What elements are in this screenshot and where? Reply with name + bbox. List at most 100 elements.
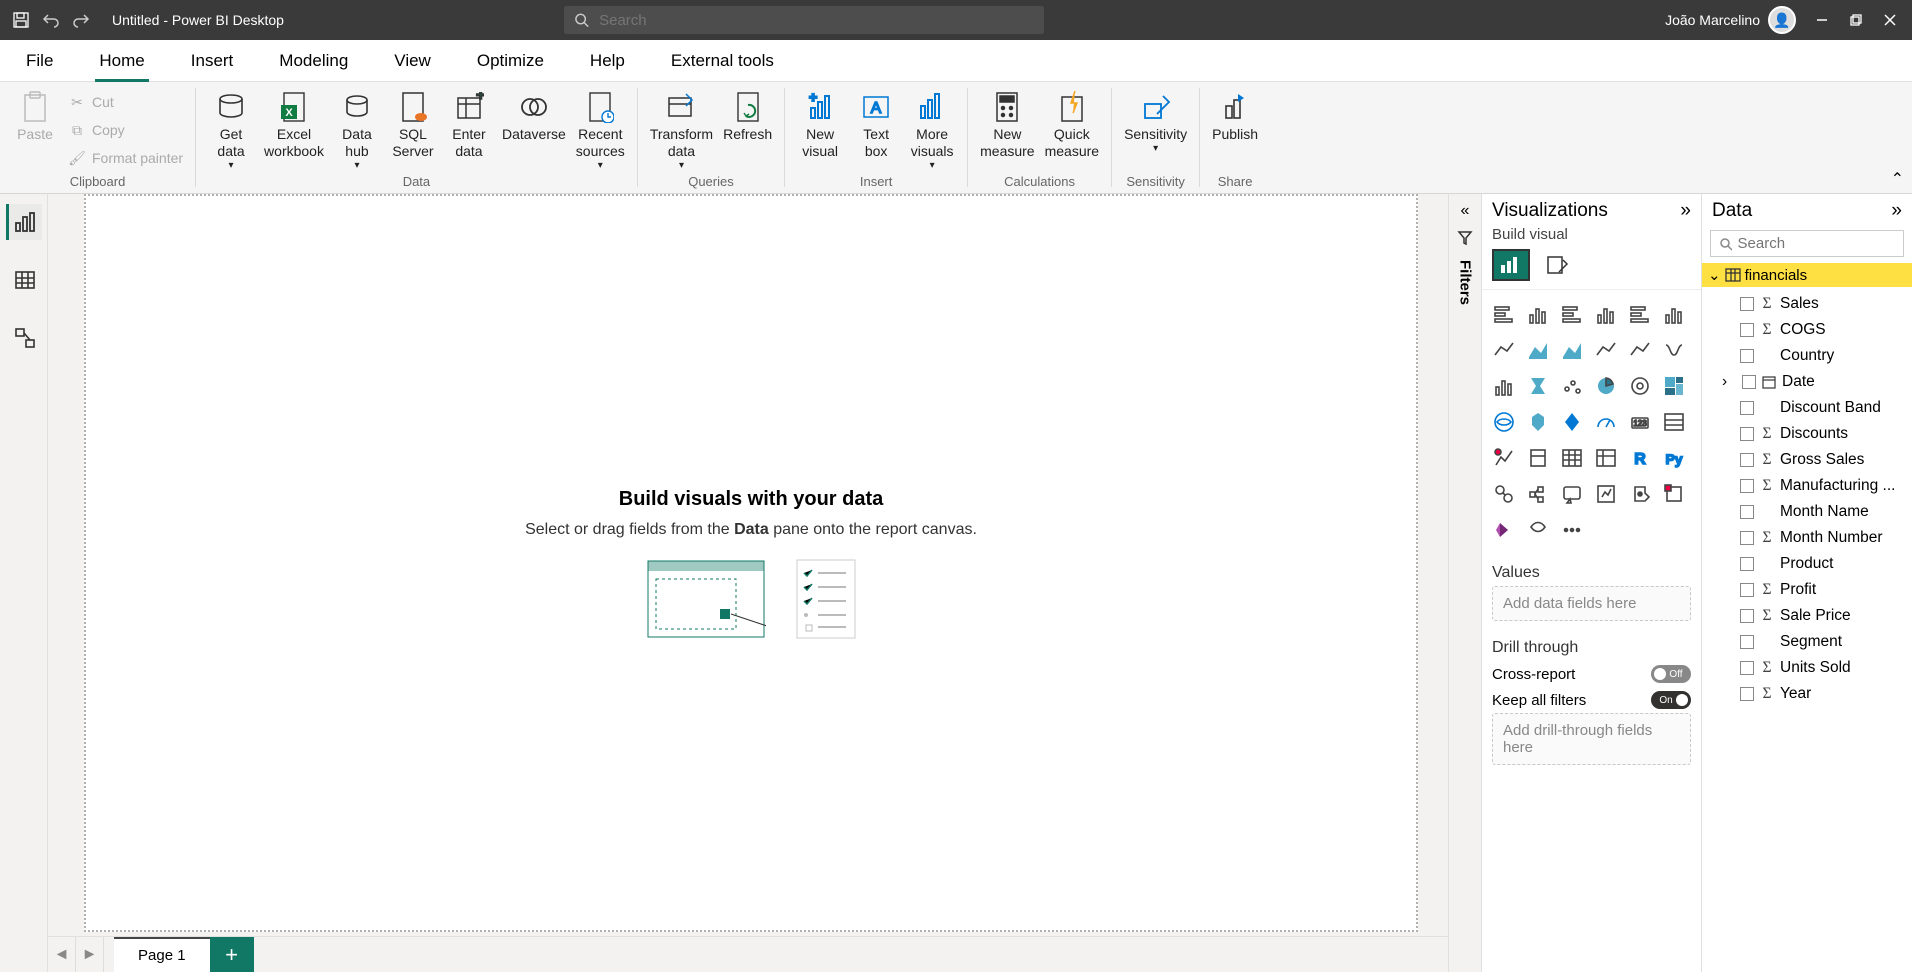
field-checkbox[interactable] [1740, 609, 1754, 623]
model-view-button[interactable] [6, 320, 42, 356]
viz-r-visual-icon[interactable]: R [1626, 444, 1654, 472]
viz-scatter-icon[interactable] [1558, 372, 1586, 400]
field-checkbox[interactable] [1740, 583, 1754, 597]
viz-area-icon[interactable] [1524, 336, 1552, 364]
viz-funnel-icon[interactable] [1524, 372, 1552, 400]
viz-power-apps-icon[interactable] [1490, 516, 1518, 544]
tab-external-tools[interactable]: External tools [667, 43, 778, 81]
viz-table-icon[interactable] [1558, 444, 1586, 472]
tab-help[interactable]: Help [586, 43, 629, 81]
field-checkbox[interactable] [1740, 531, 1754, 545]
paste-button[interactable]: Paste [8, 88, 62, 145]
report-canvas[interactable]: Build visuals with your data Select or d… [84, 194, 1418, 932]
viz-card-icon[interactable]: 123 [1626, 408, 1654, 436]
drillthrough-dropwell[interactable]: Add drill-through fields here [1492, 713, 1691, 765]
viz-line-icon[interactable] [1490, 336, 1518, 364]
collapse-viz-icon[interactable]: » [1680, 200, 1691, 222]
sensitivity-button[interactable]: Sensitivity▾ [1120, 88, 1191, 157]
report-view-button[interactable] [6, 204, 42, 240]
viz-pie-icon[interactable] [1592, 372, 1620, 400]
viz-ribbon-icon[interactable] [1660, 336, 1688, 364]
cut-button[interactable]: ✂Cut [68, 90, 183, 114]
field-discounts[interactable]: ΣDiscounts [1702, 421, 1912, 447]
viz-clustered-column-icon[interactable] [1592, 300, 1620, 328]
field-checkbox[interactable] [1740, 349, 1754, 363]
viz-stacked-column-icon[interactable] [1558, 300, 1586, 328]
format-painter-button[interactable]: 🖌Format painter [68, 146, 183, 170]
user-account[interactable]: João Marcelino 👤 [1665, 6, 1796, 34]
page-tab[interactable]: Page 1 [114, 937, 210, 972]
undo-icon[interactable] [42, 11, 60, 29]
field-sales[interactable]: ΣSales [1702, 291, 1912, 317]
field-checkbox[interactable] [1740, 479, 1754, 493]
publish-button[interactable]: Publish [1208, 88, 1262, 145]
viz-line-column2-icon[interactable] [1626, 336, 1654, 364]
field-units-sold[interactable]: ΣUnits Sold [1702, 655, 1912, 681]
viz-more-visuals-icon[interactable] [1558, 516, 1586, 544]
table-view-button[interactable] [6, 262, 42, 298]
expand-filters-icon[interactable]: « [1461, 202, 1470, 220]
tab-home[interactable]: Home [95, 43, 148, 81]
data-search-input[interactable] [1738, 235, 1895, 252]
data-hub-button[interactable]: Data hub▾ [330, 88, 384, 174]
viz-key-influencers-icon[interactable] [1490, 480, 1518, 508]
minimize-button[interactable] [1814, 12, 1830, 28]
tab-view[interactable]: View [390, 43, 435, 81]
cross-report-toggle[interactable]: Off [1651, 665, 1691, 683]
new-measure-button[interactable]: New measure [976, 88, 1038, 162]
excel-workbook-button[interactable]: XExcel workbook [260, 88, 328, 162]
format-visual-mode-button[interactable] [1538, 249, 1576, 281]
tab-file[interactable]: File [22, 43, 57, 81]
viz-qa-icon[interactable] [1558, 480, 1586, 508]
get-data-button[interactable]: Get data▾ [204, 88, 258, 174]
field-checkbox[interactable] [1740, 453, 1754, 467]
field-checkbox[interactable] [1740, 297, 1754, 311]
viz-kpi-icon[interactable] [1490, 444, 1518, 472]
tab-insert[interactable]: Insert [187, 43, 238, 81]
redo-icon[interactable] [72, 11, 90, 29]
field-segment[interactable]: Segment [1702, 629, 1912, 655]
field-checkbox[interactable] [1740, 661, 1754, 675]
save-icon[interactable] [12, 11, 30, 29]
refresh-button[interactable]: Refresh [719, 88, 776, 145]
field-checkbox[interactable] [1740, 427, 1754, 441]
field-product[interactable]: Product [1702, 551, 1912, 577]
field-checkbox[interactable] [1740, 687, 1754, 701]
viz-line-column-icon[interactable] [1592, 336, 1620, 364]
filters-pane-collapsed[interactable]: « Filters [1448, 194, 1482, 972]
sql-server-button[interactable]: SQL Server [386, 88, 440, 162]
field-year[interactable]: ΣYear [1702, 681, 1912, 707]
viz-100-bar-icon[interactable] [1626, 300, 1654, 328]
field-gross-sales[interactable]: ΣGross Sales [1702, 447, 1912, 473]
table-header-financials[interactable]: ⌄ financials [1702, 263, 1912, 287]
viz-smart-narrative-icon[interactable] [1592, 480, 1620, 508]
data-search[interactable] [1710, 230, 1904, 257]
tab-optimize[interactable]: Optimize [473, 43, 548, 81]
maximize-button[interactable] [1848, 12, 1864, 28]
more-visuals-button[interactable]: More visuals▾ [905, 88, 959, 174]
viz-slicer-icon[interactable] [1524, 444, 1552, 472]
field-checkbox[interactable] [1740, 635, 1754, 649]
field-date[interactable]: ›Date [1702, 369, 1912, 395]
recent-sources-button[interactable]: Recent sources▾ [572, 88, 629, 174]
viz-matrix-icon[interactable] [1592, 444, 1620, 472]
viz-treemap-icon[interactable] [1660, 372, 1688, 400]
field-checkbox[interactable] [1742, 375, 1756, 389]
viz-paginated-icon[interactable] [1626, 480, 1654, 508]
values-dropwell[interactable]: Add data fields here [1492, 586, 1691, 621]
viz-filled-map-icon[interactable] [1524, 408, 1552, 436]
viz-decomposition-icon[interactable] [1524, 480, 1552, 508]
viz-100-column-icon[interactable] [1660, 300, 1688, 328]
field-discount-band[interactable]: Discount Band [1702, 395, 1912, 421]
viz-waterfall-icon[interactable] [1490, 372, 1518, 400]
viz-azure-map-icon[interactable] [1558, 408, 1586, 436]
ribbon-collapse-icon[interactable]: ⌃ [1891, 169, 1904, 189]
viz-map-icon[interactable] [1490, 408, 1518, 436]
field-country[interactable]: Country [1702, 343, 1912, 369]
viz-py-visual-icon[interactable]: Py [1660, 444, 1688, 472]
field-checkbox[interactable] [1740, 505, 1754, 519]
viz-stacked-area-icon[interactable] [1558, 336, 1586, 364]
field-sale-price[interactable]: ΣSale Price [1702, 603, 1912, 629]
quick-measure-button[interactable]: Quick measure [1041, 88, 1103, 162]
field-month-name[interactable]: Month Name [1702, 499, 1912, 525]
